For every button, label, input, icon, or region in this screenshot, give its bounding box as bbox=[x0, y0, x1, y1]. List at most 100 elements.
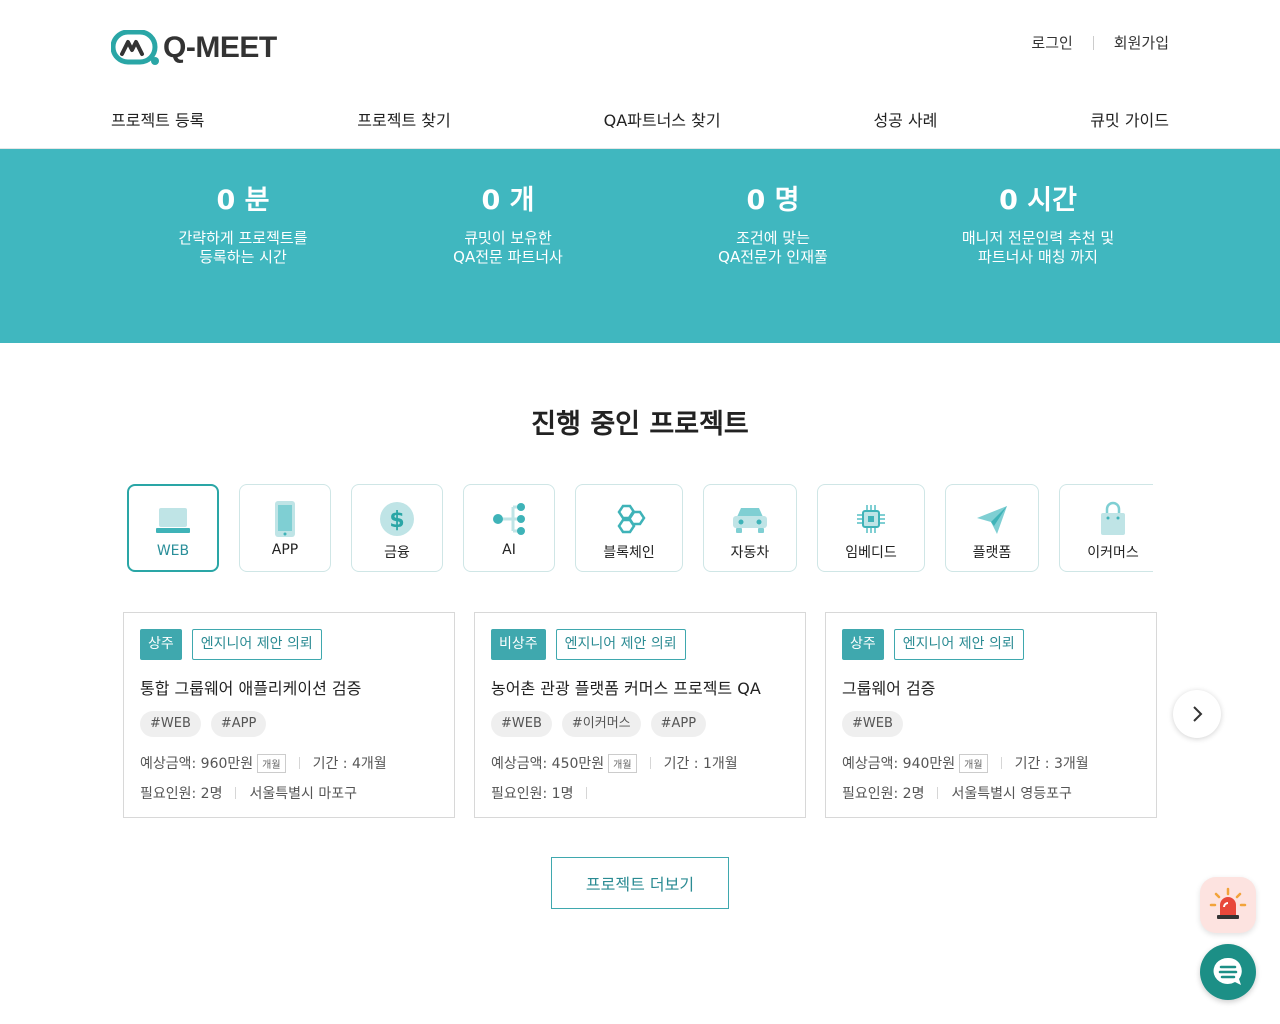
section-title: 진행 중인 프로젝트 bbox=[531, 409, 749, 440]
car-icon bbox=[733, 508, 767, 533]
project-title[interactable]: 그룹웨어 검증 bbox=[842, 675, 935, 699]
tag-list: #WEB bbox=[842, 711, 913, 737]
divider bbox=[1092, 35, 1094, 50]
budget-text: 예상금액: 940만원 bbox=[842, 756, 956, 772]
unit-label: 개월 bbox=[257, 753, 286, 773]
budget-text: 예상금액: 960만원 bbox=[140, 756, 254, 772]
tag: #APP bbox=[210, 711, 267, 737]
stat-description: 큐밋이 보유한 QA전문 파트너사 bbox=[378, 229, 638, 267]
stat-value: 0 분 bbox=[216, 185, 270, 216]
people-location-row: 필요인원: 1명 bbox=[491, 783, 600, 803]
stat-item: 0 분 간략하게 프로젝트를 등록하는 시간 bbox=[113, 181, 373, 267]
stat-desc-line: 간략하게 프로젝트를 bbox=[178, 229, 308, 247]
category-automotive[interactable]: 자동차 bbox=[703, 484, 797, 572]
tag-list: #WEB #이커머스 #APP bbox=[491, 711, 716, 737]
project-title[interactable]: 통합 그룹웨어 애플리케이션 검증 bbox=[140, 675, 361, 699]
main-nav: 프로젝트 등록 프로젝트 찾기 QA파트너스 찾기 성공 사례 큐밋 가이드 bbox=[111, 107, 1169, 131]
unit-label: 개월 bbox=[608, 753, 637, 773]
category-ecommerce[interactable]: 이커머스 bbox=[1059, 484, 1153, 572]
category-blockchain[interactable]: 블록체인 bbox=[575, 484, 683, 572]
period-text: 기간 : 4개월 bbox=[312, 756, 387, 772]
tag: #APP bbox=[650, 711, 707, 737]
tag: #WEB bbox=[491, 711, 552, 737]
chat-float-button[interactable] bbox=[1200, 944, 1256, 1000]
location-text: 서울특별시 마포구 bbox=[249, 786, 357, 802]
blockchain-hexagon-icon bbox=[617, 504, 646, 534]
nav-find-partners[interactable]: QA파트너스 찾기 bbox=[604, 107, 721, 131]
siren-icon bbox=[1209, 887, 1247, 919]
category-label: AI bbox=[502, 542, 516, 558]
card-badges: 상주 엔지니어 제안 의뢰 bbox=[140, 629, 322, 660]
category-embedded[interactable]: 임베디드 bbox=[817, 484, 925, 572]
budget-text: 예상금액: 450만원 bbox=[491, 756, 605, 772]
divider bbox=[235, 787, 237, 799]
alarm-float-button[interactable] bbox=[1200, 877, 1256, 933]
signup-link[interactable]: 회원가입 bbox=[1114, 32, 1169, 53]
stat-description: 매니저 전문인력 추천 및 파트너사 매칭 까지 bbox=[908, 229, 1168, 267]
carousel-next-button[interactable] bbox=[1173, 690, 1221, 738]
divider bbox=[1000, 757, 1002, 769]
stat-desc-line: QA전문가 인재풀 bbox=[718, 248, 828, 266]
stat-description: 간략하게 프로젝트를 등록하는 시간 bbox=[113, 229, 373, 267]
category-label: 임베디드 bbox=[845, 545, 897, 561]
svg-text:$: $ bbox=[389, 508, 404, 533]
work-type-badge: 상주 bbox=[140, 629, 182, 660]
people-text: 필요인원: 1명 bbox=[491, 786, 574, 802]
login-link[interactable]: 로그인 bbox=[1031, 32, 1072, 53]
location-text: 서울특별시 영등포구 bbox=[951, 786, 1072, 802]
period-text: 기간 : 3개월 bbox=[1014, 756, 1089, 772]
nav-guide[interactable]: 큐밋 가이드 bbox=[1090, 107, 1169, 131]
stat-item: 0 명 조건에 맞는 QA전문가 인재풀 bbox=[643, 181, 903, 267]
request-type-badge: 엔지니어 제안 의뢰 bbox=[191, 629, 322, 660]
logo[interactable]: Q-MEET bbox=[111, 30, 277, 66]
shopping-bag-icon bbox=[1101, 501, 1125, 535]
laptop-icon bbox=[156, 508, 190, 533]
people-text: 필요인원: 2명 bbox=[842, 786, 925, 802]
project-card[interactable]: 비상주 엔지니어 제안 의뢰 농어촌 관광 플랫폼 커머스 프로젝트 QA #W… bbox=[474, 612, 806, 818]
nav-find-project[interactable]: 프로젝트 찾기 bbox=[357, 107, 450, 131]
nav-success-cases[interactable]: 성공 사례 bbox=[873, 107, 937, 131]
project-title[interactable]: 농어촌 관광 플랫폼 커머스 프로젝트 QA bbox=[491, 675, 761, 699]
tag: #WEB bbox=[140, 711, 201, 737]
paper-plane-icon bbox=[977, 506, 1007, 534]
network-nodes-icon bbox=[493, 503, 525, 535]
category-label: 금융 bbox=[384, 545, 410, 561]
divider bbox=[298, 757, 300, 769]
stat-value: 0 시간 bbox=[999, 185, 1077, 216]
divider bbox=[937, 787, 939, 799]
stat-value: 0 명 bbox=[746, 185, 800, 216]
dollar-coin-icon: $ bbox=[380, 502, 414, 536]
category-label: 이커머스 bbox=[1087, 545, 1139, 561]
nav-register-project[interactable]: 프로젝트 등록 bbox=[111, 107, 204, 131]
card-badges: 상주 엔지니어 제안 의뢰 bbox=[842, 629, 1024, 660]
category-app[interactable]: APP bbox=[239, 484, 331, 572]
auth-links: 로그인 회원가입 bbox=[1031, 32, 1169, 53]
people-text: 필요인원: 2명 bbox=[140, 786, 223, 802]
more-projects-button[interactable]: 프로젝트 더보기 bbox=[551, 857, 729, 909]
category-finance[interactable]: $ 금융 bbox=[351, 484, 443, 572]
project-card[interactable]: 상주 엔지니어 제안 의뢰 통합 그룹웨어 애플리케이션 검증 #WEB #AP… bbox=[123, 612, 455, 818]
stat-desc-line: 큐밋이 보유한 bbox=[464, 229, 552, 247]
header: Q-MEET 로그인 회원가입 프로젝트 등록 프로젝트 찾기 QA파트너스 찾… bbox=[0, 0, 1280, 149]
chat-icon bbox=[1213, 957, 1242, 985]
tag: #이커머스 bbox=[561, 711, 641, 737]
stat-item: 0 개 큐밋이 보유한 QA전문 파트너사 bbox=[378, 181, 638, 267]
work-type-badge: 비상주 bbox=[491, 629, 546, 660]
project-card[interactable]: 상주 엔지니어 제안 의뢰 그룹웨어 검증 #WEB 예상금액: 940만원 개… bbox=[825, 612, 1157, 818]
people-location-row: 필요인원: 2명 서울특별시 영등포구 bbox=[842, 783, 1072, 803]
category-label: 블록체인 bbox=[603, 545, 655, 561]
category-label: APP bbox=[271, 542, 299, 558]
category-platform[interactable]: 플랫폼 bbox=[945, 484, 1039, 572]
stats-banner: 0 분 간략하게 프로젝트를 등록하는 시간 0 개 큐밋이 보유한 QA전문 … bbox=[0, 149, 1280, 343]
budget-period-row: 예상금액: 960만원 개월 기간 : 4개월 bbox=[140, 753, 387, 773]
period-text: 기간 : 1개월 bbox=[663, 756, 738, 772]
logo-text: Q-MEET bbox=[163, 31, 277, 64]
category-label: WEB bbox=[156, 543, 190, 559]
divider bbox=[586, 787, 588, 799]
chip-icon bbox=[857, 505, 885, 533]
category-ai[interactable]: AI bbox=[463, 484, 555, 572]
tag-list: #WEB #APP bbox=[140, 711, 276, 737]
stat-desc-line: 등록하는 시간 bbox=[199, 248, 287, 266]
smartphone-icon bbox=[275, 501, 295, 537]
category-web[interactable]: WEB bbox=[127, 484, 219, 572]
